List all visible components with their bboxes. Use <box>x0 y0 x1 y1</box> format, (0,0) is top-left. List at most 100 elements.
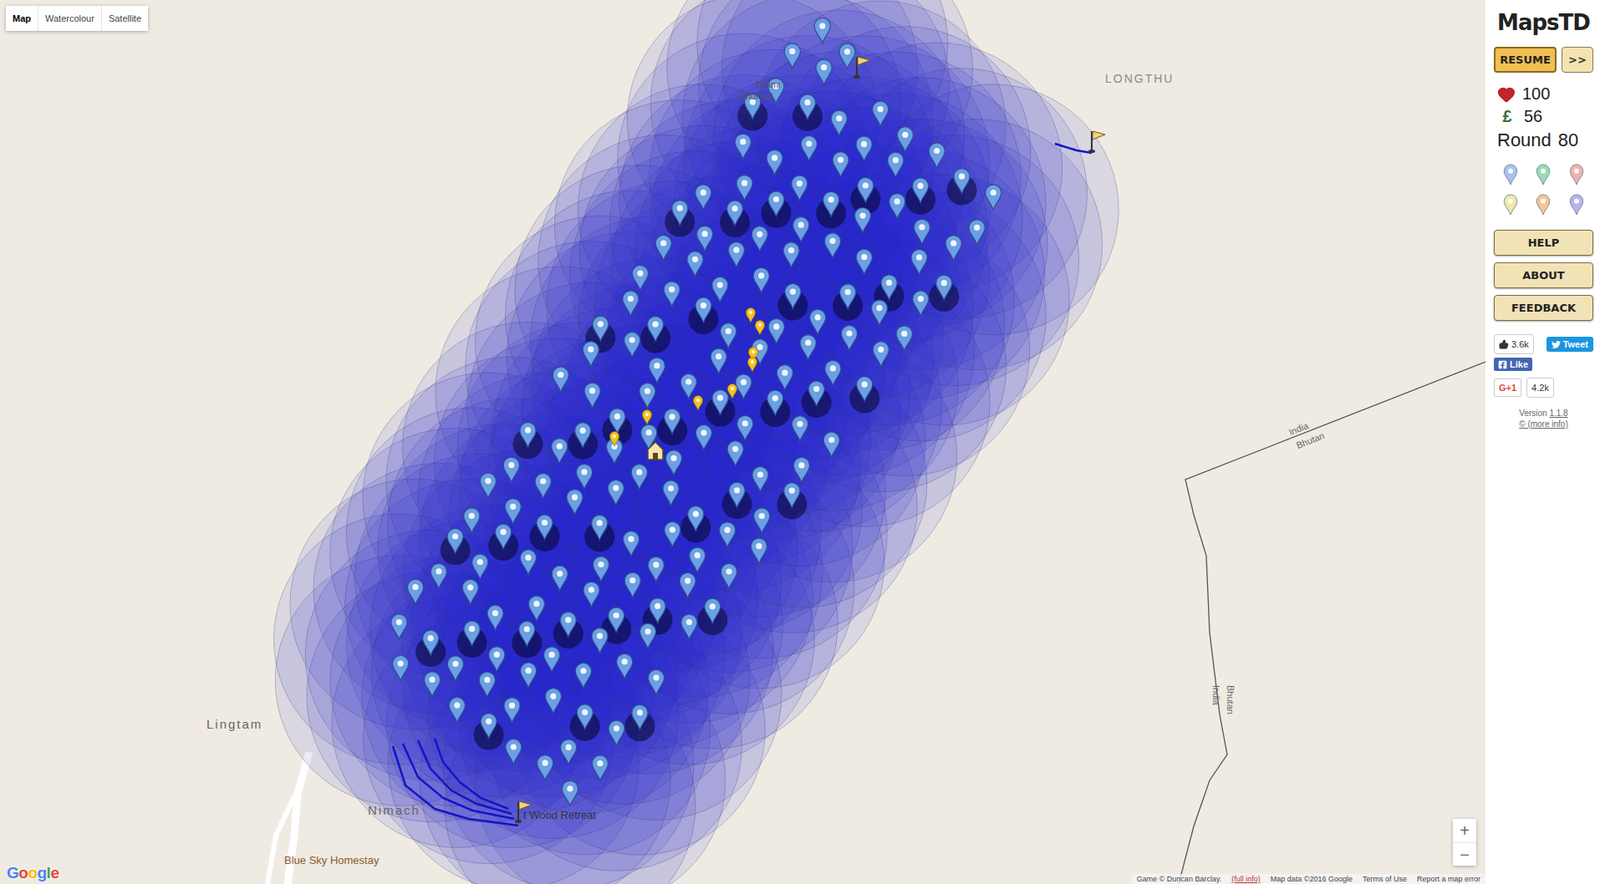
tower-pin-icon[interactable] <box>608 607 625 633</box>
tower-pin-icon[interactable] <box>953 168 970 194</box>
tweet-button[interactable]: Tweet <box>1546 336 1594 352</box>
facebook-like-button[interactable]: Like <box>1493 357 1533 372</box>
tower-pin-icon[interactable] <box>609 408 626 434</box>
tower-pin-icon[interactable] <box>624 331 641 357</box>
tower-pin-icon[interactable] <box>768 318 785 344</box>
tower-pin-icon[interactable] <box>695 184 712 210</box>
tower-pin-icon[interactable] <box>647 316 664 342</box>
tower-pin-icon[interactable] <box>889 193 906 220</box>
gplus-button[interactable]: G+1 <box>1493 378 1522 398</box>
game-map[interactable] <box>0 0 1486 884</box>
tower-pin-icon[interactable] <box>728 482 745 508</box>
tower-pin-icon[interactable] <box>840 284 857 310</box>
tower-pin-icon[interactable] <box>592 556 609 582</box>
tower-pin-icon[interactable] <box>575 422 592 449</box>
tower-pin-icon[interactable] <box>649 598 666 624</box>
tower-pin-icon[interactable] <box>583 581 600 607</box>
tower-pin-icon[interactable] <box>767 390 784 416</box>
tower-pin-icon[interactable] <box>504 499 521 525</box>
tower-pin-icon[interactable] <box>793 457 810 483</box>
tower-pin-icon[interactable] <box>936 275 953 301</box>
tower-pin-icon[interactable] <box>520 662 537 688</box>
tower-pin-icon[interactable] <box>735 374 752 400</box>
tower-pin-icon[interactable] <box>871 300 887 326</box>
tower-pin-icon[interactable] <box>695 297 712 323</box>
tower-pin-icon[interactable] <box>631 464 648 490</box>
tower-pin-icon[interactable] <box>754 508 770 534</box>
tower-pin-icon[interactable] <box>712 276 729 302</box>
enemy-pin-icon[interactable] <box>642 410 652 426</box>
tower-pin-icon[interactable] <box>896 127 913 153</box>
footer-link[interactable]: Game © Duncan Barclay. <box>1136 875 1223 884</box>
tower-pin-icon[interactable] <box>823 191 840 217</box>
tower-pin-icon[interactable] <box>662 480 679 506</box>
tower-pin-icon[interactable] <box>727 200 744 226</box>
tower-pin-icon[interactable] <box>462 580 479 606</box>
tower-pin-icon[interactable] <box>576 704 593 730</box>
zoom-out-button[interactable]: − <box>1452 842 1477 867</box>
tower-pin-icon[interactable] <box>766 149 783 175</box>
tower-pin-icon[interactable] <box>720 563 737 589</box>
tower-pin-icon[interactable] <box>648 357 665 383</box>
tower-pin-icon[interactable] <box>808 381 825 407</box>
tower-pin-icon[interactable] <box>830 110 847 136</box>
tower-pin-icon[interactable] <box>712 390 729 416</box>
menu-button[interactable]: ABOUT <box>1493 262 1594 289</box>
tower-pin-icon[interactable] <box>448 698 465 724</box>
menu-button[interactable]: HELP <box>1493 229 1594 256</box>
tower-pin-icon[interactable] <box>631 704 648 730</box>
tower-pin-icon[interactable] <box>663 281 680 307</box>
tower-pin-icon[interactable] <box>857 177 874 203</box>
tower-pin-icon[interactable] <box>945 235 962 261</box>
tower-pin-icon[interactable] <box>622 290 639 316</box>
tower-type-button[interactable] <box>1534 193 1552 217</box>
menu-button[interactable]: FEEDBACK <box>1493 295 1594 322</box>
tower-pin-icon[interactable] <box>480 713 497 739</box>
tower-pin-icon[interactable] <box>407 579 423 605</box>
tower-pin-icon[interactable] <box>519 422 536 448</box>
tower-pin-icon[interactable] <box>616 653 633 679</box>
fast-forward-button[interactable]: >> <box>1561 46 1594 73</box>
tower-pin-icon[interactable] <box>839 43 856 69</box>
tower-pin-icon[interactable] <box>710 348 727 374</box>
tower-pin-icon[interactable] <box>584 382 601 408</box>
tower-pin-icon[interactable] <box>647 670 664 696</box>
tower-pin-icon[interactable] <box>551 438 568 464</box>
tower-pin-icon[interactable] <box>681 614 698 640</box>
version-link[interactable]: 1.1.8 <box>1549 408 1568 418</box>
tower-pin-icon[interactable] <box>528 596 545 622</box>
tower-pin-icon[interactable] <box>776 365 793 391</box>
tower-pin-icon[interactable] <box>881 275 897 301</box>
tower-pin-icon[interactable] <box>791 416 808 442</box>
footer-link[interactable]: Terms of Use <box>1362 875 1407 884</box>
tower-type-button[interactable] <box>1568 163 1585 187</box>
more-info-link[interactable]: © (more info) <box>1518 419 1569 429</box>
tower-pin-icon[interactable] <box>504 698 520 724</box>
tower-pin-icon[interactable] <box>737 415 754 441</box>
tower-pin-icon[interactable] <box>728 242 744 268</box>
tower-pin-icon[interactable] <box>810 309 826 335</box>
tower-pin-icon[interactable] <box>887 152 904 178</box>
tower-pin-icon[interactable] <box>856 136 872 162</box>
tower-pin-icon[interactable] <box>535 473 551 499</box>
tower-pin-icon[interactable] <box>800 335 816 361</box>
tower-pin-icon[interactable] <box>544 647 561 673</box>
tower-pin-icon[interactable] <box>912 178 929 204</box>
tower-pin-icon[interactable] <box>750 538 767 564</box>
tower-pin-icon[interactable] <box>799 94 816 120</box>
tower-pin-icon[interactable] <box>856 249 872 275</box>
tower-pin-icon[interactable] <box>720 323 737 349</box>
tower-pin-icon[interactable] <box>697 225 714 251</box>
tower-pin-icon[interactable] <box>561 780 578 806</box>
map-area[interactable]: LONGTHULingtamNimachThamiDhunkelt Wood R… <box>0 0 1486 884</box>
enemy-pin-icon[interactable] <box>745 308 755 324</box>
tower-pin-icon[interactable] <box>704 598 721 624</box>
tower-pin-icon[interactable] <box>560 611 576 637</box>
tower-pin-icon[interactable] <box>791 175 808 201</box>
tower-pin-icon[interactable] <box>575 662 592 688</box>
tower-pin-icon[interactable] <box>664 408 681 434</box>
footer-link[interactable]: (full info) <box>1231 875 1261 884</box>
tower-pin-icon[interactable] <box>719 522 736 548</box>
tower-pin-icon[interactable] <box>734 133 751 159</box>
tower-pin-icon[interactable] <box>639 623 656 649</box>
